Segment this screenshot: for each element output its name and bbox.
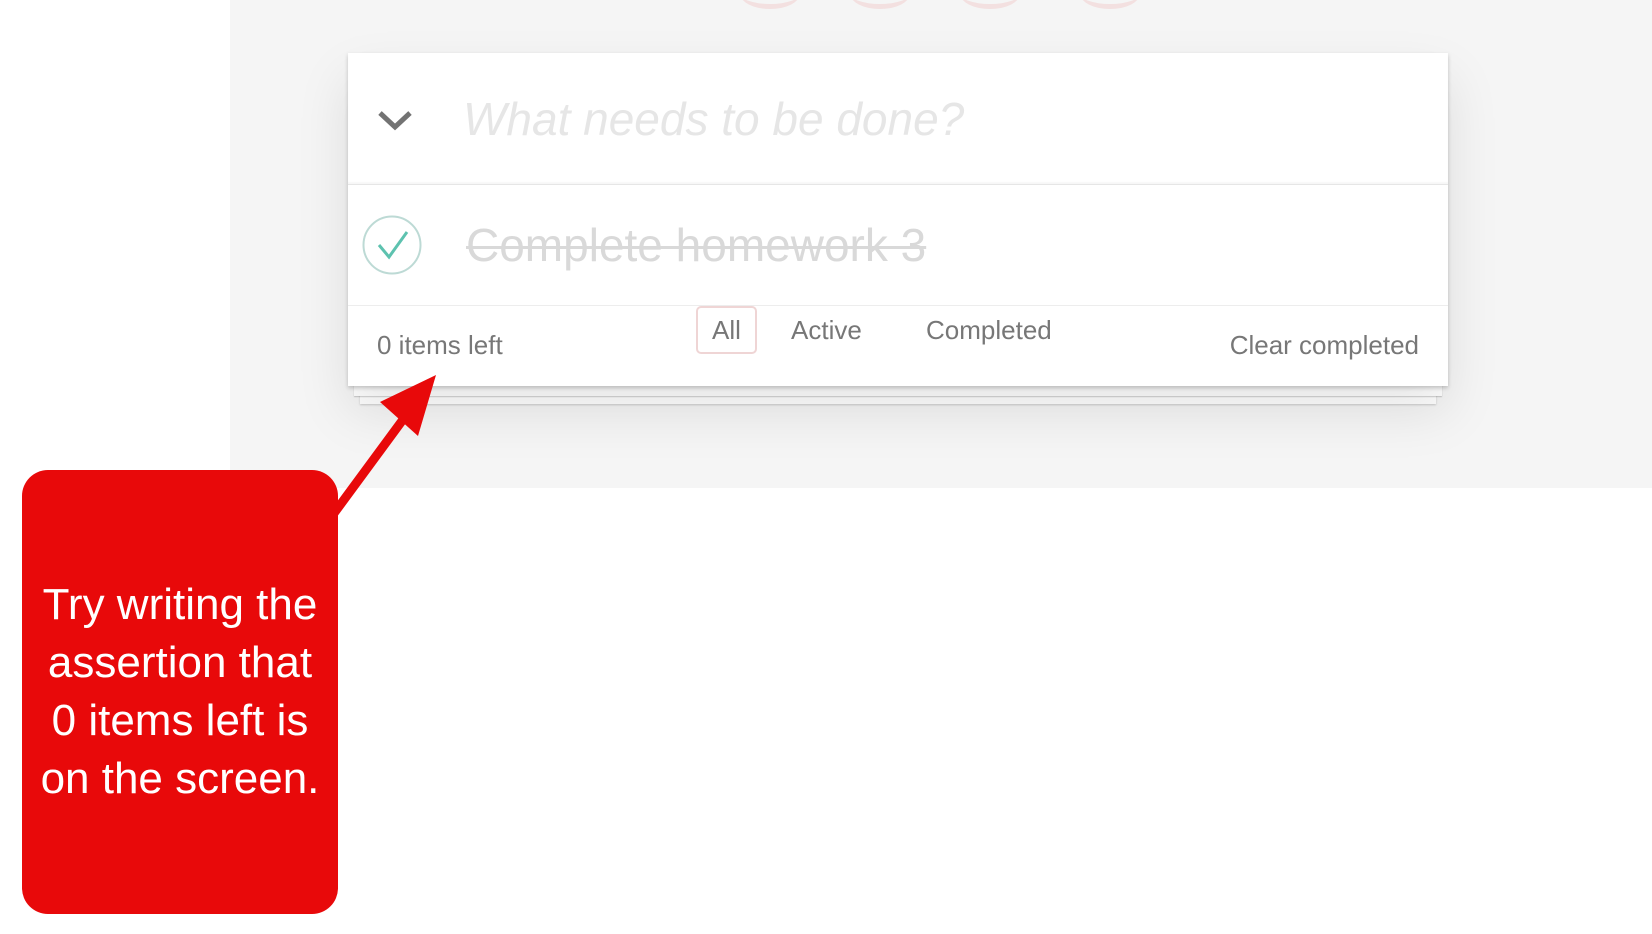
- title-fragment: [1080, 0, 1140, 9]
- clear-completed-button[interactable]: Clear completed: [1230, 330, 1419, 361]
- title-fragment: [740, 0, 800, 9]
- todo-footer: 0 items left All Active Completed Clear …: [348, 306, 1448, 386]
- todo-header: [348, 53, 1448, 185]
- chevron-down-icon[interactable]: [374, 99, 416, 141]
- screen: Complete homework 3 0 items left All Act…: [0, 0, 1652, 934]
- checkmark-circle-icon[interactable]: [362, 215, 422, 275]
- filter-completed[interactable]: Completed: [910, 306, 1068, 354]
- new-todo-input[interactable]: [463, 81, 1413, 157]
- annotation-callout: Try writing the assertion that 0 items l…: [22, 470, 338, 914]
- annotation-text: Try writing the assertion that 0 items l…: [40, 580, 320, 803]
- items-left-count: 0 items left: [377, 330, 503, 360]
- title-fragment: [850, 0, 910, 9]
- title-fragment: [960, 0, 1020, 9]
- todo-item-label[interactable]: Complete homework 3: [466, 213, 926, 277]
- filter-all[interactable]: All: [696, 306, 757, 354]
- todo-app-card: Complete homework 3 0 items left All Act…: [348, 53, 1448, 386]
- todo-item: Complete homework 3: [348, 185, 1448, 306]
- filter-active[interactable]: Active: [775, 306, 878, 354]
